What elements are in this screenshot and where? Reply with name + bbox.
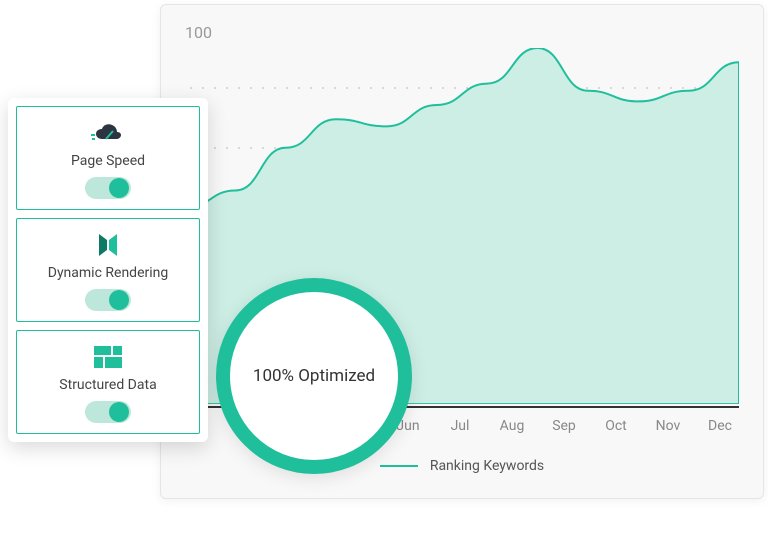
page-speed-toggle[interactable] xyxy=(85,177,131,199)
cloud-speed-icon xyxy=(91,121,125,145)
dynamic-rendering-icon xyxy=(91,233,125,257)
dynamic-rendering-toggle[interactable] xyxy=(85,289,131,311)
x-tick: Aug xyxy=(497,418,527,434)
x-tick: Jul xyxy=(445,418,475,434)
structured-data-card: Structured Data xyxy=(16,330,200,434)
legend-label: Ranking Keywords xyxy=(430,458,544,474)
optimized-badge: 100% Optimized xyxy=(216,278,412,474)
x-tick: Nov xyxy=(653,418,683,434)
structured-data-toggle[interactable] xyxy=(85,401,131,423)
page-speed-card: Page Speed xyxy=(16,106,200,210)
x-tick: Dec xyxy=(705,418,735,434)
dynamic-rendering-card: Dynamic Rendering xyxy=(16,218,200,322)
x-tick: Sep xyxy=(549,418,579,434)
optimized-badge-text: 100% Optimized xyxy=(253,366,375,386)
x-tick: Oct xyxy=(601,418,631,434)
structured-data-icon xyxy=(91,345,125,369)
dynamic-rendering-label: Dynamic Rendering xyxy=(48,265,168,281)
structured-data-label: Structured Data xyxy=(59,377,156,393)
y-axis-max-label: 100 xyxy=(185,23,739,42)
legend-swatch-icon xyxy=(380,465,418,467)
page-speed-label: Page Speed xyxy=(71,153,145,169)
optimization-toggles-panel: Page Speed Dynamic Rendering Structured … xyxy=(8,98,208,442)
